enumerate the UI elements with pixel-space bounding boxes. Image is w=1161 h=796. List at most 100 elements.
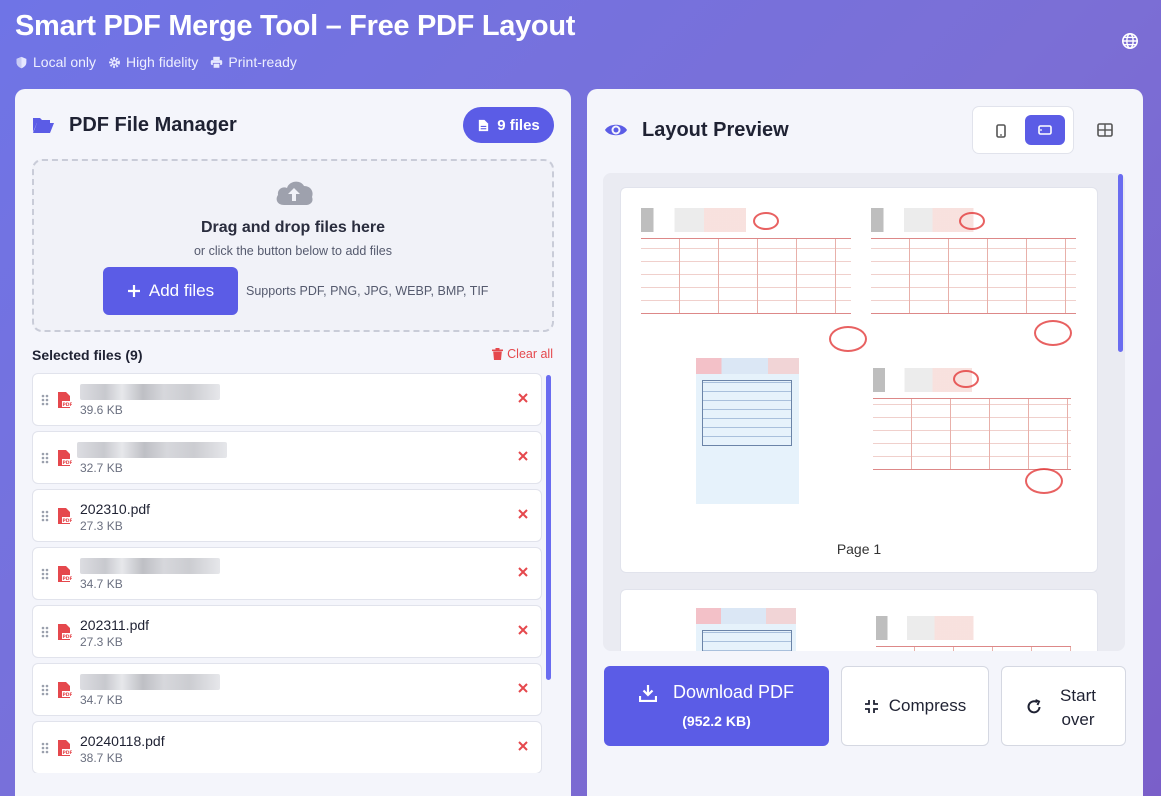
invoice-thumbnail bbox=[641, 208, 867, 353]
download-pdf-button[interactable]: Download PDF (952.2 KB) bbox=[604, 666, 829, 746]
selected-files-list[interactable]: PDF 39.6 KB PDF 32.7 KB PDF 202310.pdf 2… bbox=[32, 373, 543, 773]
download-label: Download PDF bbox=[672, 682, 795, 702]
compress-icon bbox=[864, 699, 878, 713]
preview-scrollbar[interactable] bbox=[1118, 174, 1123, 352]
compress-label: Compress bbox=[888, 696, 967, 715]
file-list-scrollbar[interactable] bbox=[546, 375, 551, 680]
file-name: 202310.pdf bbox=[80, 501, 151, 517]
add-files-button[interactable]: Add files bbox=[103, 267, 238, 315]
file-count-label: 9 files bbox=[497, 116, 540, 134]
portrait-icon bbox=[996, 124, 1006, 138]
clear-all-label: Clear all bbox=[507, 347, 553, 361]
pdf-file-icon: PDF bbox=[58, 508, 72, 524]
file-size: 34.7 KB bbox=[80, 577, 123, 591]
landscape-icon bbox=[1038, 125, 1052, 135]
file-size: 32.7 KB bbox=[80, 461, 123, 475]
invoice-thumbnail bbox=[871, 208, 1076, 353]
add-files-label: Add files bbox=[148, 281, 215, 300]
feature-badges: Local only High fidelity Print-ready bbox=[15, 54, 297, 70]
compress-button[interactable]: Compress bbox=[841, 666, 989, 746]
svg-text:PDF: PDF bbox=[63, 460, 73, 466]
file-manager-panel: PDF File Manager 9 files Drag and drop f… bbox=[15, 89, 571, 796]
badge-label: Print-ready bbox=[228, 54, 297, 70]
globe-icon[interactable] bbox=[1121, 32, 1139, 50]
remove-file-icon[interactable] bbox=[517, 740, 529, 752]
remove-file-icon[interactable] bbox=[517, 566, 529, 578]
download-size: (952.2 KB) bbox=[682, 713, 751, 729]
layout-preview-header: Layout Preview bbox=[604, 118, 789, 142]
app-title: Smart PDF Merge Tool – Free PDF Layout bbox=[15, 10, 576, 42]
drag-handle-icon[interactable] bbox=[41, 684, 49, 696]
drag-handle-icon[interactable] bbox=[41, 510, 49, 522]
file-row[interactable]: PDF 34.7 KB bbox=[32, 663, 542, 716]
file-row[interactable]: PDF 202310.pdf 27.3 KB bbox=[32, 489, 542, 542]
redacted-file-name bbox=[80, 674, 220, 690]
receipt-thumbnail bbox=[696, 608, 796, 651]
file-name: 20240118.pdf bbox=[80, 733, 165, 749]
file-row[interactable]: PDF 39.6 KB bbox=[32, 373, 542, 426]
preview-area[interactable]: Page 1 bbox=[603, 173, 1125, 651]
file-size: 27.3 KB bbox=[80, 519, 123, 533]
file-row[interactable]: PDF 32.7 KB bbox=[32, 431, 542, 484]
portrait-button[interactable] bbox=[988, 117, 1014, 145]
grid-layout-icon[interactable] bbox=[1095, 120, 1115, 140]
badge-high-fidelity: High fidelity bbox=[108, 54, 198, 70]
file-size: 39.6 KB bbox=[80, 403, 123, 417]
file-row[interactable]: PDF 20240118.pdf 38.7 KB bbox=[32, 721, 542, 773]
start-over-button[interactable]: Start over bbox=[1001, 666, 1126, 746]
file-row[interactable]: PDF 34.7 KB bbox=[32, 547, 542, 600]
gear-icon bbox=[109, 56, 120, 68]
plus-icon bbox=[127, 285, 140, 297]
drag-handle-icon[interactable] bbox=[41, 568, 49, 580]
pdf-file-icon: PDF bbox=[58, 450, 73, 466]
svg-text:PDF: PDF bbox=[63, 692, 73, 698]
invoice-thumbnail bbox=[873, 368, 1071, 500]
badge-print-ready: Print-ready bbox=[210, 54, 297, 70]
drag-handle-icon[interactable] bbox=[41, 394, 49, 406]
file-name: 202311.pdf bbox=[80, 617, 150, 633]
download-main: Download PDF bbox=[604, 682, 829, 703]
receipt-thumbnail bbox=[696, 358, 799, 504]
dropzone-title: Drag and drop files here bbox=[200, 219, 386, 236]
pdf-file-icon: PDF bbox=[58, 566, 72, 582]
remove-file-icon[interactable] bbox=[517, 392, 529, 404]
dropzone[interactable]: Drag and drop files here or click the bu… bbox=[32, 159, 554, 332]
drag-handle-icon[interactable] bbox=[41, 742, 49, 754]
start-over-line2: over bbox=[1061, 710, 1095, 729]
remove-file-icon[interactable] bbox=[517, 624, 529, 636]
badge-local-only: Local only bbox=[15, 54, 96, 70]
remove-file-icon[interactable] bbox=[517, 450, 529, 462]
file-manager-header: PDF File Manager bbox=[31, 113, 237, 137]
svg-text:PDF: PDF bbox=[63, 750, 73, 756]
clear-all-button[interactable]: Clear all bbox=[492, 347, 553, 361]
printer-icon bbox=[211, 56, 223, 69]
svg-text:PDF: PDF bbox=[63, 634, 73, 640]
download-icon bbox=[638, 684, 657, 702]
file-manager-title: PDF File Manager bbox=[69, 113, 237, 136]
preview-page-1: Page 1 bbox=[620, 187, 1098, 573]
landscape-button[interactable] bbox=[1025, 115, 1065, 145]
pdf-file-icon: PDF bbox=[58, 392, 73, 408]
file-icon bbox=[479, 119, 489, 131]
shield-icon bbox=[16, 56, 27, 68]
file-count-badge: 9 files bbox=[463, 107, 554, 143]
redacted-file-name bbox=[77, 442, 227, 458]
layout-preview-title: Layout Preview bbox=[642, 118, 789, 141]
start-over-label: Start over bbox=[1050, 684, 1106, 732]
folder-open-icon bbox=[33, 118, 54, 133]
cloud-upload-icon bbox=[276, 181, 313, 205]
file-row[interactable]: PDF 202311.pdf 27.3 KB bbox=[32, 605, 542, 658]
remove-file-icon[interactable] bbox=[517, 508, 529, 520]
pdf-file-icon: PDF bbox=[58, 624, 73, 640]
drag-handle-icon[interactable] bbox=[41, 626, 49, 638]
orientation-toggle bbox=[972, 106, 1074, 154]
layout-preview-panel: Layout Preview Page 1 Download PDF (952.… bbox=[587, 89, 1143, 796]
svg-text:PDF: PDF bbox=[63, 402, 73, 408]
drag-handle-icon[interactable] bbox=[41, 452, 49, 464]
file-size: 34.7 KB bbox=[80, 693, 123, 707]
invoice-thumbnail bbox=[876, 616, 1071, 651]
preview-page-2 bbox=[620, 589, 1098, 651]
badge-label: Local only bbox=[33, 54, 97, 70]
remove-file-icon[interactable] bbox=[517, 682, 529, 694]
redacted-file-name bbox=[80, 384, 220, 400]
